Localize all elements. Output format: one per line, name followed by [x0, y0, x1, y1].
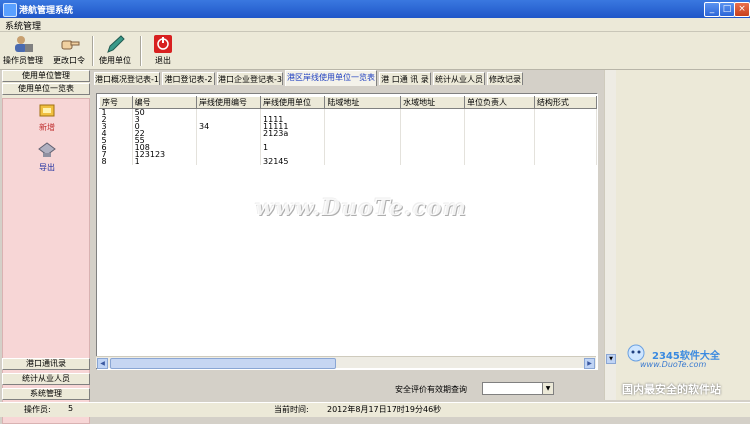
window-title: 港航管理系统: [19, 6, 74, 16]
operator-label: 操作员:: [24, 405, 51, 414]
grid-table: 序号 编号 岸线使用编号 岸线使用单位 陆域地址 水域地址 单位负责人 结构形式…: [99, 96, 598, 166]
horizontal-scrollbar[interactable]: ◀ ▶: [96, 356, 596, 369]
operator-value: 5: [68, 404, 74, 413]
exit-button[interactable]: 退出: [148, 34, 178, 66]
tab-port-enterprise[interactable]: 港口企业登记表-3: [217, 72, 283, 85]
time-label: 当前时间:: [274, 405, 309, 414]
app-icon: [3, 3, 17, 17]
table-row[interactable]: 5 55: [99, 137, 598, 145]
tab-change-log[interactable]: 修改记录: [487, 72, 523, 85]
tab-staff-stats[interactable]: 统计从业人员: [433, 72, 485, 85]
watermark-text: www.DuoTe.com: [255, 195, 467, 221]
table-row[interactable]: 7 123123: [99, 151, 598, 159]
tab-port-register[interactable]: 港口登记表-2: [162, 72, 215, 85]
toolbar-separator: [92, 36, 94, 66]
current-time: 2012年8月17日17时19分46秒: [327, 405, 442, 414]
column-header[interactable]: 编号: [131, 96, 198, 109]
main-content: 港口概况登记表-1 港口登记表-2 港口企业登记表-3 港区岸线使用单位一览表 …: [92, 70, 612, 400]
menu-bar: 系统管理: [0, 18, 750, 32]
tab-port-directory[interactable]: 港 口通 讯 录: [379, 72, 431, 85]
scroll-left-icon[interactable]: ◀: [97, 358, 108, 369]
brand-watermark: 2345软件大全: [652, 351, 720, 362]
sidebar-item-unit-manage[interactable]: 使用单位管理: [2, 70, 90, 82]
change-password-button[interactable]: 更改口令: [50, 34, 88, 66]
export-action[interactable]: 导出: [37, 141, 57, 173]
pen-icon: [107, 35, 125, 53]
toolbar-separator: [140, 36, 142, 66]
column-header[interactable]: 陆域地址: [324, 96, 402, 109]
tab-shoreline-units[interactable]: 港区岸线使用单位一览表: [285, 70, 377, 86]
column-header[interactable]: 岸线使用编号: [196, 96, 262, 109]
menu-system-manage[interactable]: 系统管理: [5, 19, 41, 32]
table-row[interactable]: 4 22 2123a: [99, 130, 598, 138]
title-bar: 港航管理系统 _ □ ×: [0, 0, 750, 18]
scroll-thumb[interactable]: [110, 358, 336, 369]
column-header[interactable]: 单位负责人: [464, 96, 535, 109]
data-grid[interactable]: 序号 编号 岸线使用编号 岸线使用单位 陆域地址 水域地址 单位负责人 结构形式…: [96, 93, 598, 370]
power-icon: [154, 35, 172, 53]
slogan-watermark: 国内最安全的软件站: [622, 383, 721, 396]
table-row[interactable]: 3 0 34 11111: [99, 123, 598, 131]
status-bar: 操作员: 5 当前时间: 2012年8月17日17时19分46秒: [0, 402, 750, 417]
add-icon: [39, 104, 55, 117]
mascot-icon: [626, 344, 646, 362]
operator-icon: [15, 36, 33, 52]
left-sidebar: 使用单位管理 使用单位一览表 新增 导出 港口通讯录 统计从业人员 系统管理: [2, 70, 90, 424]
filter-label: 安全评价有效期查询: [395, 385, 467, 394]
add-action[interactable]: 新增: [37, 103, 57, 133]
operator-manage-button[interactable]: 操作员管理: [3, 34, 43, 66]
sidebar-item-system-manage[interactable]: 系统管理: [2, 388, 90, 400]
sidebar-item-port-directory[interactable]: 港口通讯录: [2, 358, 90, 370]
vertical-scrollbar[interactable]: ▼: [604, 70, 616, 400]
hand-pointer-icon: [61, 40, 80, 50]
sidebar-item-staff-stats[interactable]: 统计从业人员: [2, 373, 90, 385]
table-row[interactable]: 1 50: [99, 108, 598, 116]
export-icon: [38, 142, 56, 157]
column-header[interactable]: 结构形式: [533, 96, 598, 109]
column-header[interactable]: 水域地址: [400, 96, 466, 109]
tab-port-overview[interactable]: 港口概况登记表-1: [94, 72, 160, 85]
sidebar-item-unit-list[interactable]: 使用单位一览表: [2, 83, 90, 95]
toolbar: 操作员管理 更改口令 使用单位 退出: [0, 32, 750, 70]
table-row[interactable]: 8 1 32145: [99, 158, 598, 166]
maximize-button[interactable]: □: [719, 2, 735, 17]
table-row[interactable]: 2 3 1111: [99, 116, 598, 124]
scroll-right-icon[interactable]: ▶: [584, 358, 595, 369]
validity-date-select[interactable]: ▼: [482, 382, 554, 395]
close-button[interactable]: ×: [734, 2, 750, 17]
user-unit-button[interactable]: 使用单位: [97, 34, 133, 66]
table-row[interactable]: 6 108 1: [99, 144, 598, 152]
minimize-button[interactable]: _: [704, 2, 720, 17]
column-header[interactable]: 序号: [99, 96, 133, 109]
column-header[interactable]: 岸线使用单位: [260, 96, 326, 109]
chevron-down-icon[interactable]: ▼: [542, 383, 553, 394]
scroll-down-icon[interactable]: ▼: [606, 354, 616, 364]
